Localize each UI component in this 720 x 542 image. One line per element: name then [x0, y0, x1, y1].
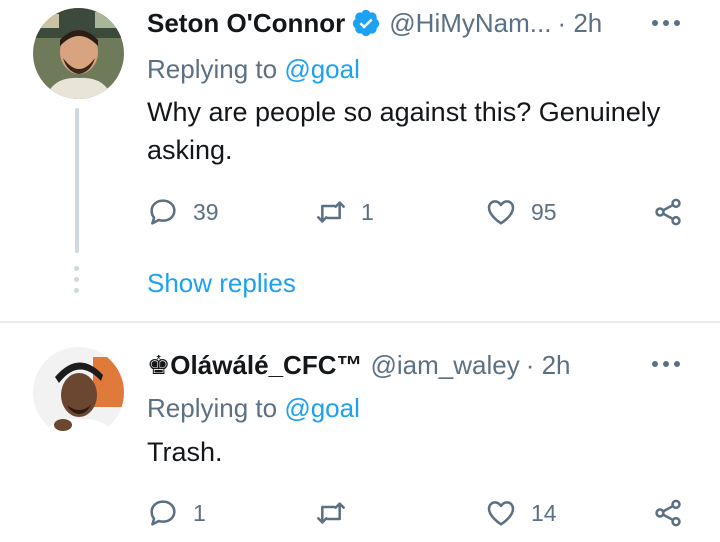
reply-icon — [150, 500, 176, 526]
tweet-actions: 1 14 — [147, 496, 687, 530]
heart-icon — [487, 501, 515, 526]
share-icon — [655, 198, 681, 226]
reply-button[interactable]: 39 — [147, 195, 219, 229]
more-options-icon[interactable] — [652, 20, 680, 28]
handle[interactable]: @HiMyNam... — [389, 8, 551, 39]
like-button[interactable]: 14 — [485, 496, 557, 530]
like-count: 14 — [531, 499, 557, 526]
show-replies-link[interactable]: Show replies — [147, 268, 296, 299]
retweet-button[interactable] — [315, 496, 361, 530]
reply-button[interactable]: 1 — [147, 496, 206, 530]
avatar[interactable] — [33, 8, 124, 99]
tweet-text: Trash. — [147, 437, 223, 467]
avatar[interactable] — [33, 347, 124, 438]
timestamp[interactable]: · 2h — [557, 8, 602, 39]
replying-label: Replying to — [147, 54, 278, 84]
tweet-header: Seton O'Connor @HiMyNam... · 2h — [147, 6, 602, 40]
timestamp[interactable]: · 2h — [526, 350, 571, 381]
like-count: 95 — [531, 198, 557, 225]
share-button[interactable] — [652, 195, 684, 229]
replying-to: Replying to @goal — [147, 54, 360, 85]
retweet-icon — [317, 502, 345, 524]
tweet-text: Why are people so against this? Genuinel… — [147, 97, 661, 165]
mention-link[interactable]: @goal — [284, 54, 360, 84]
retweet-icon — [317, 201, 345, 223]
handle[interactable]: @iam_waley — [370, 350, 519, 381]
heart-icon — [487, 200, 515, 225]
retweet-button[interactable]: 1 — [315, 195, 374, 229]
tweet-header: ♚Oláwálé_CFC™ @iam_waley · 2h — [147, 348, 571, 382]
tweet-actions: 39 1 95 — [147, 195, 687, 229]
more-options-icon[interactable] — [652, 361, 680, 369]
mention-link[interactable]: @goal — [284, 393, 360, 423]
reply-count: 1 — [193, 499, 206, 526]
tweet[interactable]: Seton O'Connor @HiMyNam... · 2h Replying… — [0, 0, 720, 322]
thread-dots — [74, 266, 80, 299]
thread-line — [75, 108, 79, 253]
share-button[interactable] — [652, 496, 684, 530]
display-name[interactable]: ♚Oláwálé_CFC™ — [147, 350, 362, 381]
replying-label: Replying to — [147, 393, 278, 423]
share-icon — [655, 499, 681, 527]
like-button[interactable]: 95 — [485, 195, 557, 229]
display-name[interactable]: Seton O'Connor — [147, 8, 345, 39]
retweet-count: 1 — [361, 198, 374, 225]
reply-count: 39 — [193, 198, 219, 225]
replying-to: Replying to @goal — [147, 393, 360, 424]
verified-badge-icon — [353, 9, 380, 37]
reply-icon — [150, 199, 176, 225]
tweet[interactable]: ♚Oláwálé_CFC™ @iam_waley · 2h Replying t… — [0, 323, 720, 542]
